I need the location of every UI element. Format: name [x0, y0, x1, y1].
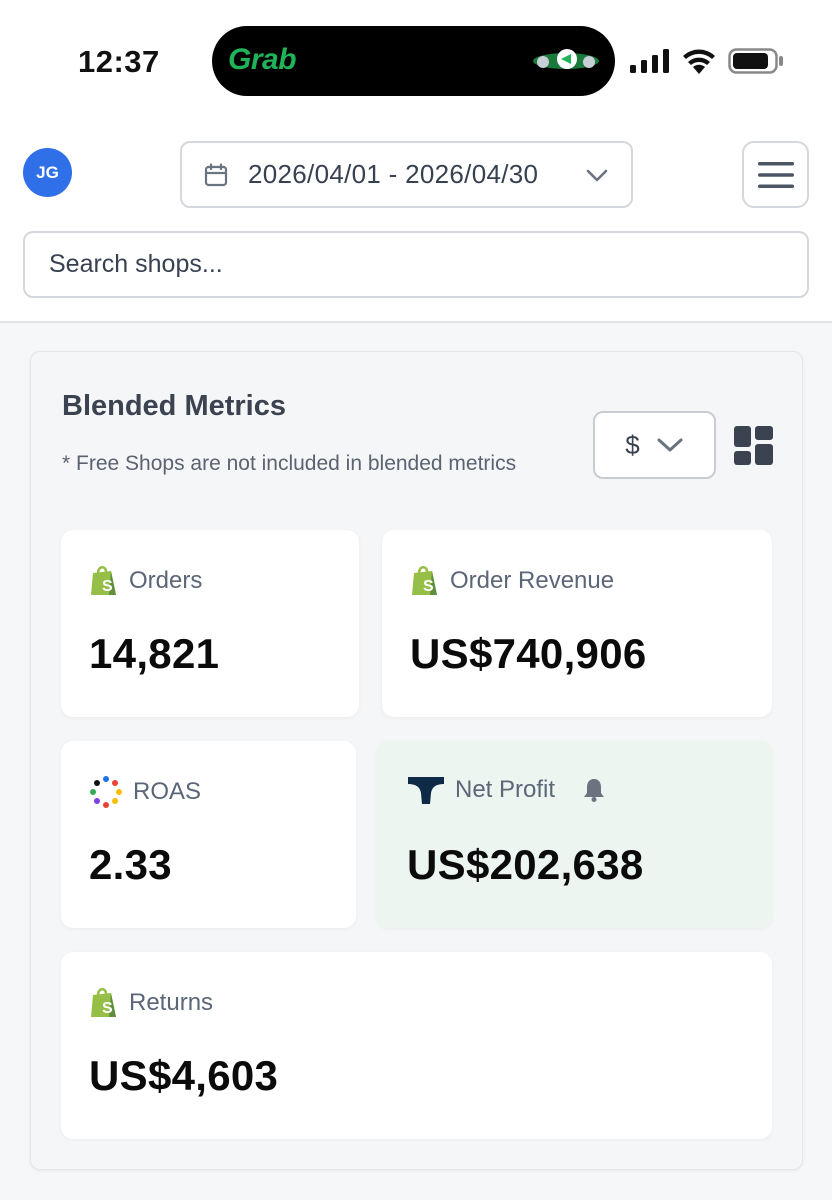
- dashboard-layout-icon[interactable]: [734, 426, 773, 465]
- shopify-icon: S: [412, 566, 437, 595]
- battery-icon: [728, 48, 783, 74]
- status-bar: 12:37 Grab: [0, 0, 832, 120]
- wifi-icon: [683, 49, 715, 74]
- motorbike-icon: [533, 49, 599, 69]
- blended-metrics-panel: Blended Metrics * Free Shops are not inc…: [30, 351, 803, 1170]
- net-profit-card[interactable]: Net Profit US$202,638: [377, 741, 772, 928]
- returns-label: Returns: [129, 988, 214, 1016]
- status-time: 12:37: [78, 44, 160, 79]
- svg-text:S: S: [423, 578, 434, 595]
- orders-card[interactable]: S Orders 14,821: [61, 530, 359, 717]
- dynamic-island[interactable]: Grab: [212, 26, 615, 96]
- returns-card[interactable]: S Returns US$4,603: [61, 952, 772, 1139]
- currency-select[interactable]: $: [593, 411, 716, 479]
- search-shops-input[interactable]: [23, 231, 809, 298]
- date-range-text: 2026/04/01 - 2026/04/30: [248, 159, 539, 189]
- date-range-picker[interactable]: 2026/04/01 - 2026/04/30: [180, 141, 633, 208]
- svg-text:S: S: [102, 1000, 113, 1017]
- menu-button[interactable]: [742, 141, 809, 208]
- panel-note: * Free Shops are not included in blended…: [62, 452, 517, 475]
- roas-label: ROAS: [133, 778, 202, 805]
- chevron-down-icon: [657, 438, 683, 452]
- dots-ring-icon: [90, 776, 122, 808]
- signal-icon: [630, 49, 669, 73]
- system-icons: [630, 48, 784, 74]
- orders-label: Orders: [129, 566, 203, 594]
- chevron-down-icon: [586, 169, 608, 182]
- net-profit-value: US$202,638: [407, 841, 644, 888]
- returns-value: US$4,603: [89, 1052, 279, 1099]
- hamburger-icon: [757, 161, 794, 188]
- grab-logo: Grab: [228, 43, 297, 76]
- brand-logo-icon: [408, 777, 444, 804]
- panel-title: Blended Metrics: [62, 390, 286, 422]
- currency-value: $: [625, 429, 640, 460]
- roas-value: 2.33: [89, 841, 172, 888]
- order-revenue-value: US$740,906: [410, 630, 647, 677]
- shopify-icon: S: [91, 566, 116, 595]
- orders-value: 14,821: [89, 630, 220, 677]
- bell-icon[interactable]: [583, 778, 605, 802]
- net-profit-label: Net Profit: [455, 776, 556, 803]
- user-avatar[interactable]: JG: [23, 148, 72, 197]
- roas-card[interactable]: ROAS 2.33: [61, 741, 356, 928]
- order-revenue-card[interactable]: S Order Revenue US$740,906: [382, 530, 772, 717]
- svg-text:S: S: [102, 578, 113, 595]
- shopify-icon: S: [91, 988, 116, 1017]
- calendar-icon: [204, 162, 228, 186]
- order-revenue-label: Order Revenue: [450, 566, 615, 594]
